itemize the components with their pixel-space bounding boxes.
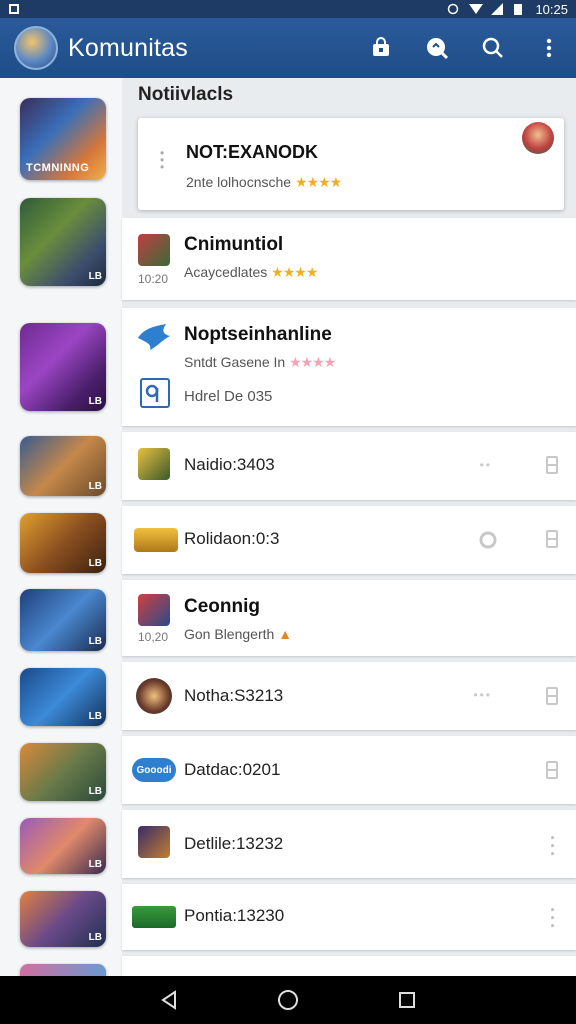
thumbnail-7[interactable]: LB [20, 668, 106, 726]
card-time: 10,20 [138, 630, 169, 644]
thumbnail-6[interactable]: LB [20, 589, 106, 651]
game-icon [138, 234, 170, 266]
search-icon[interactable] [480, 35, 506, 61]
card-stars: ★★★★ [271, 264, 318, 280]
reorder-icon[interactable] [546, 456, 558, 474]
game-icon [138, 448, 170, 480]
reorder-icon[interactable] [546, 530, 558, 548]
recents-icon[interactable] [394, 987, 420, 1013]
row-label: Notha:S3213 [184, 686, 284, 705]
card-subtitle-row: Acaycedlates ★★★★ [184, 264, 318, 281]
thumbnail-badge: LB [88, 558, 102, 569]
thumbnail-8[interactable]: LB [20, 743, 106, 801]
search-badge-icon[interactable] [424, 35, 450, 61]
home-icon[interactable] [275, 987, 301, 1013]
card-title: Cnimuntiol [184, 234, 284, 255]
row-label: Datdac:0201 [184, 760, 281, 779]
list-card[interactable]: 10:20 Cnimuntiol Acaycedlates ★★★★ [122, 218, 576, 300]
game-icon [134, 528, 178, 552]
thumbnail-2[interactable]: LB [20, 198, 106, 286]
wifi-icon [469, 3, 484, 15]
fire-icon: ▲ [278, 626, 293, 642]
navigation-bar [0, 976, 576, 1024]
dots-icon: ••• [473, 688, 492, 702]
game-icon [136, 678, 172, 714]
more-vertical-icon[interactable] [536, 35, 562, 61]
game-icon [132, 906, 176, 928]
thumbnail-badge: LB [88, 711, 102, 722]
status-bar: 10:25 [0, 0, 576, 18]
list-card[interactable]: Noptseinhanline Sntdt Gasene In ★★★★ Hdr… [122, 308, 576, 426]
alarm-icon [447, 3, 459, 15]
list-row[interactable]: Rolidaon:0:3 [122, 506, 576, 574]
thumbnail-banner: TCMNINNG [26, 162, 90, 174]
card-subtitle-row: Gon Blengerth ▲ [184, 626, 292, 642]
thumbnail-badge: LB [88, 859, 102, 870]
reorder-icon[interactable] [546, 761, 558, 779]
app-logo[interactable] [14, 26, 58, 70]
featured-subtitle-row: 2nte lolhocnsche ★★★★ [186, 174, 342, 191]
tag-icon [140, 378, 170, 408]
app-title: Komunitas [68, 33, 188, 62]
list-row[interactable]: Pontia:13230 · · · [122, 884, 576, 950]
thumbnail-3[interactable]: LB [20, 323, 106, 411]
thumbnail-badge: LB [88, 786, 102, 797]
game-icon: Gooodi [132, 758, 176, 782]
notification-icon [8, 3, 20, 15]
row-label: Naidio:3403 [184, 455, 275, 474]
thumbnail-1[interactable]: TCMNINNG [20, 98, 106, 180]
thumbnail-5[interactable]: LB [20, 513, 106, 573]
list-row[interactable]: Notha:S3213 ••• [122, 662, 576, 730]
card-stars: ★★★★ [289, 354, 336, 370]
game-icon [138, 594, 170, 626]
list-row[interactable]: Naidio:3403 •• [122, 432, 576, 500]
card-subtitle: Gon Blengerth [184, 626, 275, 642]
bird-icon [136, 320, 172, 356]
thumbnail-badge: LB [88, 271, 102, 282]
signal-icon [491, 3, 504, 15]
avatar[interactable] [522, 122, 554, 154]
row-label: Pontia:13230 [184, 906, 285, 925]
card-subtitle: Sntdt Gasene In [184, 354, 286, 370]
app-bar: Komunitas [0, 18, 576, 78]
back-icon[interactable] [156, 987, 182, 1013]
dots-icon: •• [479, 458, 492, 472]
row-label: Detlile:13232 [184, 834, 284, 853]
row-label: Rolidaon:0:3 [184, 529, 280, 548]
thumbnail-badge: LB [88, 932, 102, 943]
card-time: 10:20 [138, 272, 169, 286]
status-time: 10:25 [535, 1, 568, 17]
drag-handle-icon[interactable]: • • • [160, 147, 164, 173]
bag-icon[interactable] [368, 35, 394, 61]
more-vertical-icon[interactable]: · · · [550, 829, 556, 863]
card-title: Noptseinhanline [184, 324, 332, 345]
thumbnail-badge: LB [88, 636, 102, 647]
featured-card[interactable]: • • • NOT:EXANODK 2nte lolhocnsche ★★★★ [138, 118, 564, 210]
thumbnail-10[interactable]: LB [20, 891, 106, 947]
game-icon [138, 826, 170, 858]
battery-icon [513, 3, 525, 15]
thumbnail-column: TCMNINNG LB LB LB LB LB LB LB LB LB [0, 78, 122, 978]
card-subtitle: Acaycedlates [184, 264, 268, 280]
thumbnail-9[interactable]: LB [20, 818, 106, 874]
featured-title: NOT:EXANODK [186, 142, 319, 162]
list-card[interactable]: 10,20 Ceonnig Gon Blengerth ▲ [122, 580, 576, 656]
thumbnail-badge: LB [88, 396, 102, 407]
list-row[interactable]: Detlile:13232 · · · [122, 810, 576, 878]
shield-icon [478, 530, 498, 555]
featured-stars: ★★★★ [294, 174, 342, 190]
list-row[interactable]: Gooodi Datdac:0201 [122, 736, 576, 804]
list-row-partial[interactable] [122, 956, 576, 976]
featured-subtitle: 2nte lolhocnsche [186, 174, 292, 190]
thumbnail-badge: LB [88, 481, 102, 492]
more-vertical-icon[interactable]: · · · [550, 901, 556, 935]
section-title: Notiivlacls [138, 84, 234, 105]
card-subtitle-row: Sntdt Gasene In ★★★★ [184, 354, 336, 371]
card-title: Ceonnig [184, 596, 260, 617]
thumbnail-4[interactable]: LB [20, 436, 106, 496]
card-footer: Hdrel De 035 [184, 388, 273, 405]
reorder-icon[interactable] [546, 687, 558, 705]
